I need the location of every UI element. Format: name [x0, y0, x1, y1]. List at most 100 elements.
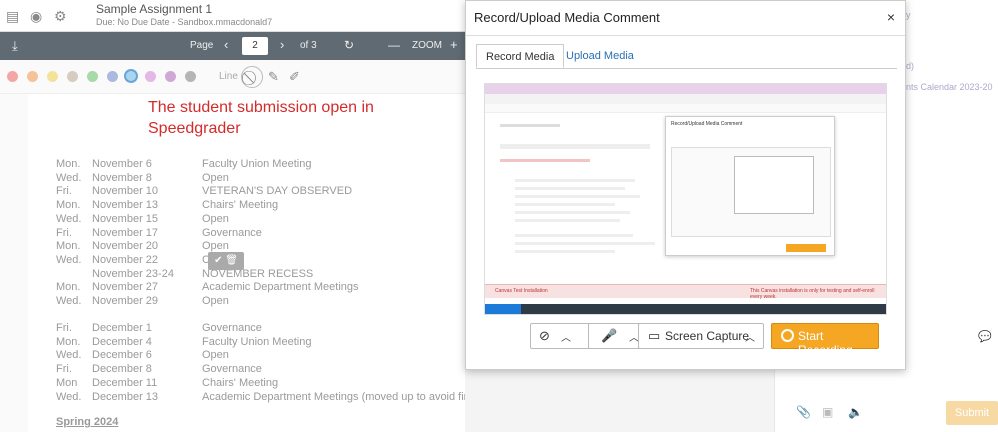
schedule-event: Open — [202, 240, 229, 253]
schedule-date: November 6 — [92, 158, 152, 170]
schedule-day: Mon — [56, 376, 78, 389]
schedule-day: Mon. — [56, 335, 81, 348]
schedule-event: Faculty Union Meeting — [202, 158, 312, 170]
schedule-date: November 8 — [92, 171, 152, 184]
preview-line — [515, 211, 630, 214]
schedule-day: Fri. — [56, 322, 72, 334]
microphone-icon: 🎤 — [601, 328, 618, 343]
color-swatch[interactable] — [27, 71, 38, 82]
schedule-day: Fri. — [56, 363, 72, 376]
schedule-date: December 4 — [92, 335, 152, 348]
preview-url-bar — [485, 94, 886, 104]
document-toolbar: ⤓ Page ‹ 2 › of 3 ↻ — ZOOM + — [0, 32, 465, 60]
start-recording-label: Start Recording — [798, 329, 853, 357]
camera-off-icon: ⊘ — [539, 328, 550, 343]
tab-record-media[interactable]: Record Media — [476, 44, 565, 68]
line-label: Line — [219, 71, 238, 82]
color-swatch[interactable] — [67, 71, 78, 82]
page-total: of 3 — [300, 40, 317, 51]
speaker-icon[interactable]: 🔈 — [848, 405, 863, 419]
schedule-event: Governance — [202, 226, 262, 239]
schedule-date: November 23-24 — [92, 267, 174, 280]
sidebar-text: d) — [906, 61, 915, 71]
schedule-day: Mon. — [56, 281, 81, 294]
schedule-event: Open — [202, 349, 229, 362]
attachment-icon[interactable]: 📎 — [796, 405, 811, 419]
schedule-event: Governance — [202, 363, 262, 376]
color-swatch-selected[interactable] — [124, 69, 138, 83]
preview-warning-banner: Canvas Test Installation This Canvas ins… — [485, 284, 886, 300]
annotation-note: The student submission open in Speedgrad… — [148, 99, 374, 137]
tab-upload-media[interactable]: Upload Media — [557, 44, 643, 68]
page-label: Page — [190, 40, 214, 51]
monitor-icon: ▭ — [648, 328, 661, 343]
eye-icon[interactable]: ◉ — [30, 8, 42, 25]
color-swatch[interactable] — [87, 71, 98, 82]
schedule-day: Wed. — [56, 390, 82, 403]
schedule-day: Fri. — [56, 185, 72, 198]
schedule-date: November 15 — [92, 212, 159, 225]
schedule-event: Chairs' Meeting — [202, 376, 279, 389]
color-swatch[interactable] — [107, 71, 118, 82]
preview-warning-right: This Canvas installation is only for tes… — [750, 288, 875, 300]
schedule-date: November 27 — [92, 281, 159, 294]
gear-icon[interactable]: ⚙ — [54, 8, 67, 25]
preview-nested-frame — [671, 147, 831, 237]
start-recording-button[interactable]: Start Recording — [771, 323, 879, 357]
preview-line — [515, 203, 615, 206]
schedule-date: December 6 — [92, 349, 152, 362]
prev-page-icon[interactable]: ‹ — [224, 37, 228, 52]
color-swatch[interactable] — [145, 71, 156, 82]
preview-nested-modal — [734, 156, 814, 214]
document-icon[interactable]: ▤ — [6, 8, 19, 25]
record-icon — [781, 329, 794, 342]
screen-preview: Record/Upload Media Comment Canvas Test … — [484, 83, 887, 315]
schedule-day: Wed. — [56, 295, 82, 307]
preview-line — [500, 159, 590, 162]
right-sidebar: y d) nts Calendar 2023-20 💬 — [906, 0, 998, 432]
screen-capture-button[interactable]: ▭ Screen Capture ︿ — [638, 323, 764, 349]
zoom-in-icon[interactable]: + — [450, 37, 458, 52]
preview-inner-title: Record/Upload Media Comment — [671, 121, 743, 127]
annotation-color-bar: Line ⃠ ✎ ✐ — [0, 60, 465, 94]
chevron-up-icon: ︿ — [561, 333, 571, 344]
annotation-actions[interactable]: ✔ 🗑 — [208, 252, 244, 270]
schedule-date: December 11 — [92, 376, 158, 389]
color-swatch[interactable] — [7, 71, 18, 82]
preview-warning-left: Canvas Test Installation — [495, 288, 548, 294]
spring-heading: Spring 2024 — [56, 416, 119, 428]
preview-bookmarks-bar — [485, 104, 886, 113]
color-swatch[interactable] — [47, 71, 58, 82]
pencil-icon[interactable]: ✎ — [268, 69, 279, 85]
media-icon[interactable]: ▣ — [822, 405, 833, 419]
color-swatch[interactable] — [165, 71, 176, 82]
sidebar-text: y — [906, 10, 911, 20]
preview-record-button — [786, 244, 826, 252]
assignment-title: Sample Assignment 1 — [96, 2, 213, 16]
schedule-day: Mon. — [56, 199, 81, 212]
schedule-day: Fri. — [56, 226, 72, 239]
zoom-out-icon[interactable]: — — [388, 38, 400, 52]
schedule-date: December 1 — [92, 322, 152, 334]
zoom-label: ZOOM — [412, 40, 442, 51]
schedule-event: Open — [202, 212, 229, 225]
assignment-subtitle: Due: No Due Date - Sandbox.mmacdonald7 — [96, 17, 273, 27]
preview-line — [515, 187, 625, 190]
schedule-date: November 10 — [92, 185, 159, 198]
screen-capture-label: Screen Capture — [665, 329, 750, 343]
color-swatch[interactable] — [185, 71, 196, 82]
rotate-icon[interactable]: ↻ — [344, 38, 354, 52]
schedule-event: Governance — [202, 322, 262, 334]
comment-icon[interactable]: 💬 — [978, 330, 992, 343]
preview-line — [515, 250, 615, 253]
next-page-icon[interactable]: › — [280, 37, 284, 52]
page-number-input[interactable]: 2 — [242, 37, 268, 55]
preview-line — [515, 242, 655, 245]
sidebar-link[interactable]: nts Calendar 2023-20 — [906, 82, 993, 92]
download-icon[interactable]: ⤓ — [12, 38, 18, 54]
preview-inner-modal: Record/Upload Media Comment — [665, 116, 835, 256]
highlighter-icon[interactable]: ✐ — [289, 69, 300, 85]
submit-button[interactable]: Submit — [946, 401, 998, 425]
close-icon[interactable]: × — [887, 9, 895, 25]
no-line-icon[interactable]: ⃠ — [241, 66, 263, 88]
